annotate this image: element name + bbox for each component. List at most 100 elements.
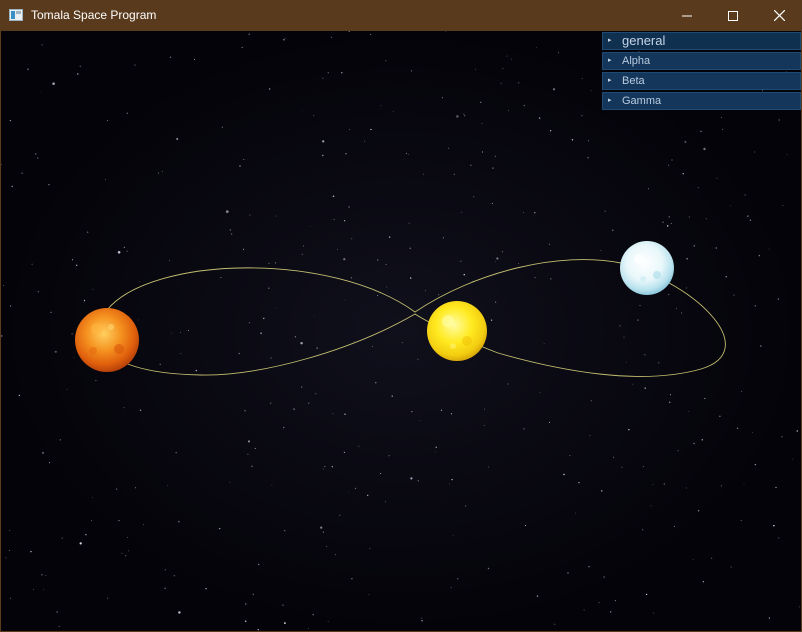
star	[563, 473, 565, 476]
star	[324, 466, 326, 467]
star	[554, 623, 556, 625]
star	[248, 322, 250, 324]
star	[87, 231, 89, 233]
star	[187, 330, 189, 332]
menu-item-gamma[interactable]: ▸ Gamma	[602, 92, 801, 110]
star	[716, 177, 718, 179]
star	[534, 212, 536, 214]
star	[523, 212, 525, 213]
star	[669, 394, 672, 396]
star	[668, 216, 670, 218]
star	[79, 542, 82, 545]
star	[463, 274, 465, 276]
star	[419, 420, 421, 421]
menu-item-label: Alpha	[622, 55, 651, 67]
star	[751, 431, 753, 433]
star	[302, 110, 304, 112]
star	[464, 505, 467, 507]
star	[705, 218, 707, 220]
star	[448, 483, 451, 485]
minimize-button[interactable]	[664, 0, 710, 31]
star	[348, 31, 350, 33]
close-button[interactable]	[756, 0, 802, 31]
star	[339, 514, 341, 516]
star	[754, 463, 757, 466]
star	[95, 379, 97, 381]
star	[470, 164, 472, 166]
star	[417, 358, 419, 360]
star	[180, 332, 181, 334]
star	[248, 33, 250, 35]
star	[589, 435, 591, 437]
star	[139, 409, 142, 411]
star	[91, 520, 92, 521]
menu-item-alpha[interactable]: ▸ Alpha	[602, 52, 801, 70]
star	[534, 277, 536, 279]
star	[239, 165, 241, 167]
star	[173, 575, 176, 577]
star	[180, 353, 182, 355]
star	[569, 454, 571, 456]
yellow-star[interactable]	[427, 301, 487, 361]
space-viewport[interactable]: ▸ general ▸ Alpha ▸ Beta ▸ Gamma	[1, 31, 801, 631]
star	[495, 260, 497, 262]
star	[539, 392, 541, 393]
star	[648, 188, 650, 190]
star	[308, 402, 310, 404]
star	[720, 117, 722, 118]
star	[697, 187, 699, 189]
star	[54, 350, 57, 353]
star	[375, 382, 377, 384]
maximize-button[interactable]	[710, 0, 756, 31]
star	[33, 588, 35, 590]
star	[323, 468, 325, 470]
star	[730, 205, 732, 206]
star	[348, 206, 350, 208]
star	[693, 245, 695, 247]
star	[768, 617, 771, 619]
star	[644, 387, 646, 389]
star	[322, 140, 325, 143]
star	[473, 196, 475, 198]
star	[330, 36, 332, 38]
star	[587, 157, 589, 159]
star	[456, 115, 459, 118]
star	[118, 519, 120, 522]
star	[282, 604, 284, 606]
space-scene[interactable]	[1, 31, 801, 631]
star	[525, 525, 526, 527]
star	[391, 395, 393, 397]
star	[384, 501, 386, 503]
star	[666, 225, 669, 227]
star	[710, 557, 713, 559]
star	[45, 575, 47, 577]
menu-item-beta[interactable]: ▸ Beta	[602, 72, 801, 90]
white-star[interactable]	[620, 241, 674, 295]
star	[85, 534, 87, 536]
star	[241, 46, 243, 48]
star	[126, 250, 128, 252]
star	[612, 229, 614, 231]
star	[268, 287, 270, 289]
star	[368, 594, 370, 596]
star	[48, 184, 50, 186]
star	[48, 462, 51, 464]
star	[333, 219, 335, 220]
star	[370, 33, 372, 36]
star	[452, 535, 454, 536]
star	[578, 481, 580, 484]
star	[725, 276, 727, 278]
title-bar[interactable]: Tomala Space Program	[0, 0, 802, 31]
star	[327, 621, 329, 622]
star	[575, 512, 577, 514]
star	[1, 335, 3, 337]
star	[410, 477, 413, 480]
star	[275, 307, 277, 309]
star	[92, 288, 94, 290]
star	[693, 442, 695, 445]
star	[176, 137, 179, 141]
star	[720, 485, 723, 487]
menu-header-general[interactable]: ▸ general	[602, 32, 801, 50]
orange-star[interactable]	[75, 308, 139, 372]
star	[653, 612, 655, 614]
